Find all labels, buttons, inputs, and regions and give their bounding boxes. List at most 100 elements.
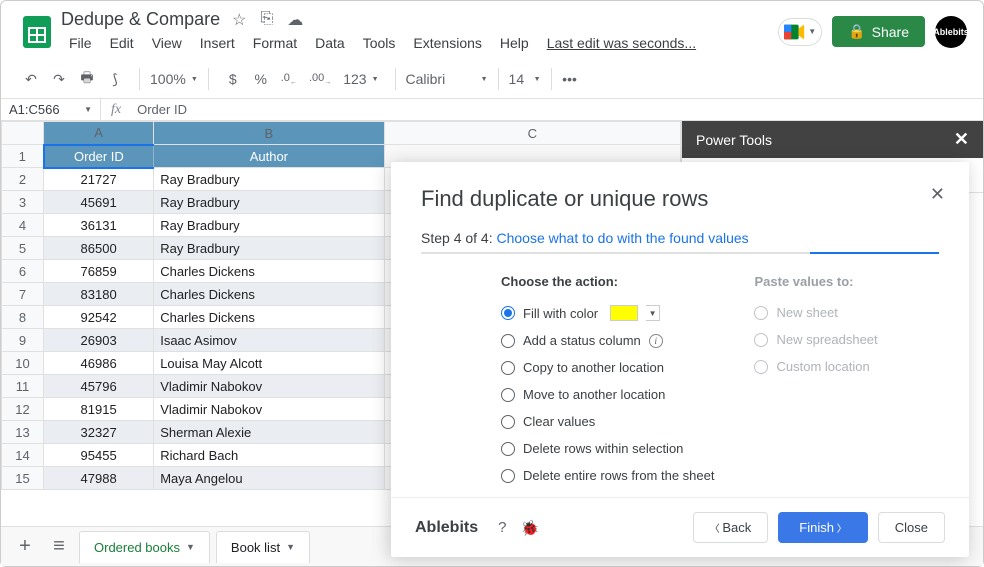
info-icon[interactable]: i: [649, 334, 663, 348]
cell[interactable]: 32327: [44, 421, 154, 444]
menu-file[interactable]: File: [61, 32, 100, 54]
chevron-down-icon[interactable]: ▼: [286, 542, 295, 552]
col-header-b[interactable]: B: [154, 122, 384, 145]
cell[interactable]: 26903: [44, 329, 154, 352]
tab-ordered-books[interactable]: Ordered books▼: [79, 531, 210, 563]
cell[interactable]: 45691: [44, 191, 154, 214]
help-icon[interactable]: ?: [498, 519, 506, 537]
meet-button[interactable]: ▼: [778, 18, 822, 46]
doc-title[interactable]: Dedupe & Compare: [61, 9, 220, 30]
cell[interactable]: 81915: [44, 398, 154, 421]
action-fill-color[interactable]: Fill with color ▼: [501, 305, 714, 321]
action-delete-selection[interactable]: Delete rows within selection: [501, 441, 714, 456]
percent-icon[interactable]: %: [249, 66, 273, 92]
col-header-c[interactable]: C: [384, 122, 680, 145]
col-header-a[interactable]: A: [44, 122, 154, 145]
star-icon[interactable]: ☆: [232, 10, 246, 30]
back-button[interactable]: 〈 Back: [693, 512, 769, 543]
row-header[interactable]: 13: [2, 421, 44, 444]
cell[interactable]: Maya Angelou: [154, 467, 384, 490]
menu-view[interactable]: View: [144, 32, 190, 54]
bug-icon[interactable]: 🐞: [520, 519, 539, 537]
profile-avatar[interactable]: Ablebits: [935, 16, 967, 48]
menu-format[interactable]: Format: [245, 32, 305, 54]
currency-icon[interactable]: $: [221, 66, 245, 92]
chevron-down-icon[interactable]: ▼: [186, 542, 195, 552]
cell[interactable]: Vladimir Nabokov: [154, 375, 384, 398]
cloud-icon[interactable]: ☁: [287, 10, 303, 30]
cell[interactable]: Author: [154, 145, 384, 168]
cell[interactable]: Charles Dickens: [154, 260, 384, 283]
menu-extensions[interactable]: Extensions: [405, 32, 489, 54]
cell[interactable]: 21727: [44, 168, 154, 191]
row-header[interactable]: 8: [2, 306, 44, 329]
share-button[interactable]: 🔒 Share: [832, 16, 925, 47]
row-header[interactable]: 14: [2, 444, 44, 467]
cell[interactable]: 46986: [44, 352, 154, 375]
cell[interactable]: Charles Dickens: [154, 306, 384, 329]
cell[interactable]: 47988: [44, 467, 154, 490]
menu-data[interactable]: Data: [307, 32, 353, 54]
step-link[interactable]: Choose what to do with the found values: [497, 230, 749, 246]
cell[interactable]: 36131: [44, 214, 154, 237]
cell[interactable]: Ray Bradbury: [154, 168, 384, 191]
cell[interactable]: Richard Bach: [154, 444, 384, 467]
close-icon[interactable]: ✕: [954, 129, 969, 150]
tab-book-list[interactable]: Book list▼: [216, 531, 310, 563]
row-header[interactable]: 15: [2, 467, 44, 490]
action-status-column[interactable]: Add a status column i: [501, 333, 714, 348]
menu-insert[interactable]: Insert: [192, 32, 243, 54]
undo-icon[interactable]: ↶: [19, 66, 43, 92]
cell[interactable]: Charles Dickens: [154, 283, 384, 306]
row-header[interactable]: 4: [2, 214, 44, 237]
cell[interactable]: Order ID: [44, 145, 154, 168]
cell[interactable]: Ray Bradbury: [154, 191, 384, 214]
cell[interactable]: 45796: [44, 375, 154, 398]
move-icon[interactable]: ⎘: [260, 10, 273, 30]
action-copy[interactable]: Copy to another location: [501, 360, 714, 375]
name-box[interactable]: A1:C566 ▼: [1, 99, 101, 120]
row-header[interactable]: 1: [2, 145, 44, 168]
chevron-down-icon[interactable]: ▼: [646, 305, 660, 321]
all-sheets-button[interactable]: ≡: [45, 533, 73, 561]
cell[interactable]: Louisa May Alcott: [154, 352, 384, 375]
row-header[interactable]: 3: [2, 191, 44, 214]
paint-format-icon[interactable]: ⟆: [103, 66, 127, 92]
cell[interactable]: 92542: [44, 306, 154, 329]
menu-edit[interactable]: Edit: [102, 32, 142, 54]
row-header[interactable]: 12: [2, 398, 44, 421]
font-select[interactable]: Calibri: [402, 66, 492, 92]
action-delete-rows[interactable]: Delete entire rows from the sheet: [501, 468, 714, 483]
more-toolbar-icon[interactable]: •••: [558, 66, 582, 92]
cell[interactable]: 95455: [44, 444, 154, 467]
increase-decimal-icon[interactable]: .00→: [305, 66, 335, 92]
formula-bar[interactable]: Order ID: [131, 99, 983, 120]
font-size-select[interactable]: 14: [505, 66, 545, 92]
cell[interactable]: Vladimir Nabokov: [154, 398, 384, 421]
redo-icon[interactable]: ↷: [47, 66, 71, 92]
add-sheet-button[interactable]: +: [11, 533, 39, 561]
cell[interactable]: Sherman Alexie: [154, 421, 384, 444]
menu-help[interactable]: Help: [492, 32, 537, 54]
row-header[interactable]: 2: [2, 168, 44, 191]
action-move[interactable]: Move to another location: [501, 387, 714, 402]
last-edit-link[interactable]: Last edit was seconds...: [539, 32, 704, 54]
row-header[interactable]: 6: [2, 260, 44, 283]
color-swatch[interactable]: [610, 305, 638, 321]
number-format-select[interactable]: 123: [339, 66, 382, 92]
cell[interactable]: 83180: [44, 283, 154, 306]
print-icon[interactable]: 🖶: [75, 66, 99, 92]
row-header[interactable]: 10: [2, 352, 44, 375]
cell[interactable]: Ray Bradbury: [154, 237, 384, 260]
row-header[interactable]: 11: [2, 375, 44, 398]
action-clear[interactable]: Clear values: [501, 414, 714, 429]
cell[interactable]: 86500: [44, 237, 154, 260]
close-icon[interactable]: ✕: [930, 184, 945, 205]
row-header[interactable]: 7: [2, 283, 44, 306]
select-all-cell[interactable]: [2, 122, 44, 145]
cell[interactable]: 76859: [44, 260, 154, 283]
row-header[interactable]: 9: [2, 329, 44, 352]
row-header[interactable]: 5: [2, 237, 44, 260]
menu-tools[interactable]: Tools: [355, 32, 404, 54]
finish-button[interactable]: Finish 〉: [778, 512, 867, 543]
